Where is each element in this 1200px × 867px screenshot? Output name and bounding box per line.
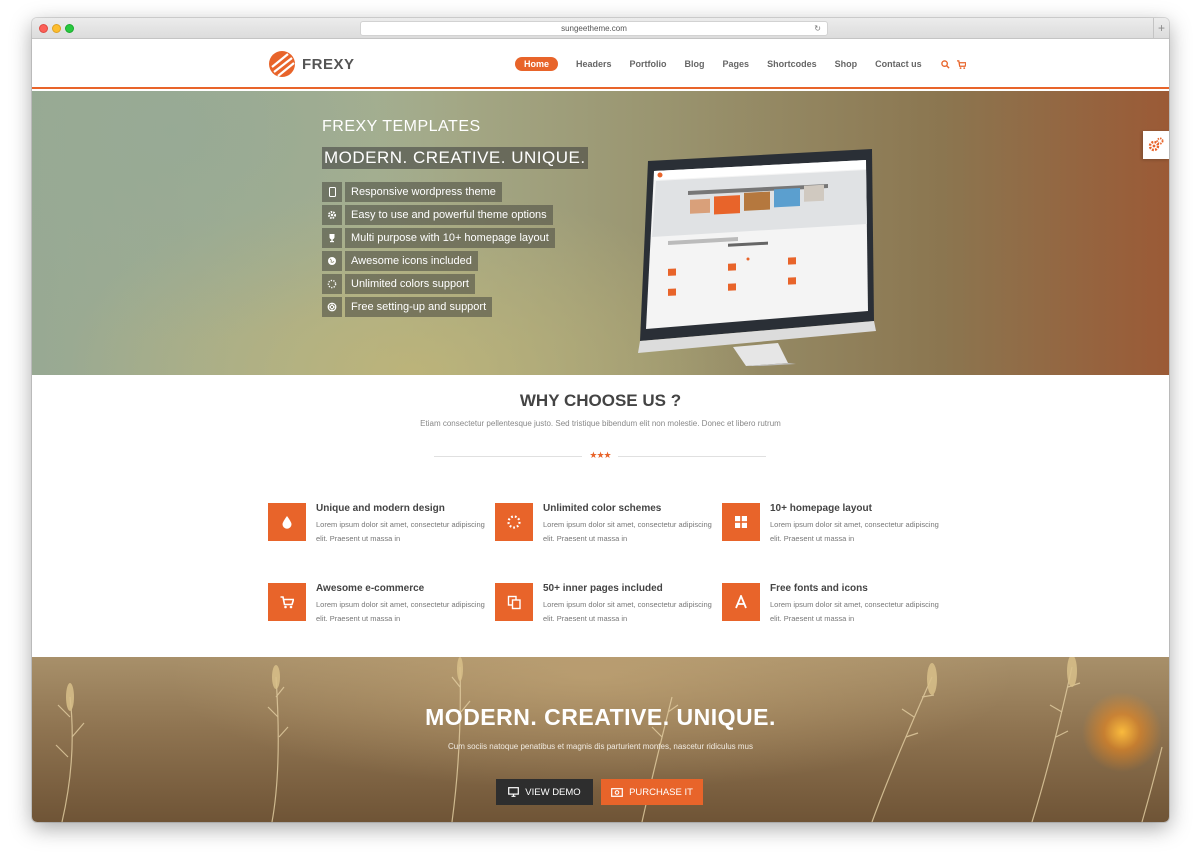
- section-title: WHY CHOOSE US ?: [519, 391, 682, 410]
- feature-card: 50+ inner pages included Lorem ipsum dol…: [495, 583, 715, 627]
- hero-feature-label: Free setting-up and support: [345, 297, 493, 317]
- nav-item-shortcodes[interactable]: Shortcodes: [767, 57, 817, 71]
- main-nav: Home Headers Portfolio Blog Pages Shortc…: [515, 57, 972, 71]
- new-tab-button[interactable]: +: [1153, 18, 1169, 39]
- logo-text: FREXY: [302, 55, 355, 73]
- spinner-icon: [322, 274, 342, 294]
- feature-card-title: Unique and modern design: [316, 503, 445, 514]
- purchase-button[interactable]: PURCHASE IT: [601, 779, 703, 805]
- frexy-logo-icon: [269, 51, 295, 77]
- gear-icon: [322, 205, 342, 225]
- feature-card-text: Lorem ipsum dolor sit amet, consectetur …: [543, 520, 712, 543]
- globe-icon: [322, 251, 342, 271]
- features-grid: Unique and modern design Lorem ipsum dol…: [268, 503, 948, 643]
- browser-toolbar: sungeetheme.com ↻ +: [32, 18, 1169, 39]
- zoom-window-button[interactable]: [65, 24, 74, 33]
- font-icon: [722, 583, 760, 621]
- nav-item-blog[interactable]: Blog: [685, 57, 705, 71]
- banner-title: MODERN. CREATIVE. UNIQUE.: [425, 704, 776, 730]
- browser-window: sungeetheme.com ↻ + FREXY Home Headers P…: [32, 18, 1169, 822]
- minimize-window-button[interactable]: [52, 24, 61, 33]
- nav-item-shop[interactable]: Shop: [835, 57, 858, 71]
- spinner-icon: [495, 503, 533, 541]
- address-bar[interactable]: sungeetheme.com ↻: [360, 21, 828, 36]
- feature-card-text: Lorem ipsum dolor sit amet, consectetur …: [316, 600, 485, 623]
- feature-card: Free fonts and icons Lorem ipsum dolor s…: [722, 583, 942, 627]
- hero-feature-list: Responsive wordpress theme Easy to use a…: [322, 182, 555, 320]
- monitor-mockup-image: [638, 149, 876, 366]
- hero-feature-item: Multi purpose with 10+ homepage layout: [322, 228, 555, 248]
- trophy-icon: [322, 228, 342, 248]
- feature-card: Unlimited color schemes Lorem ipsum dolo…: [495, 503, 715, 547]
- hero-title: FREXY TEMPLATES: [322, 118, 481, 135]
- cta-banner: MODERN. CREATIVE. UNIQUE. Cum sociis nat…: [32, 657, 1169, 822]
- nav-item-portfolio[interactable]: Portfolio: [630, 57, 667, 71]
- reload-icon[interactable]: ↻: [814, 22, 821, 35]
- grid-icon: [722, 503, 760, 541]
- hero-feature-label: Unlimited colors support: [345, 274, 475, 294]
- view-demo-button[interactable]: VIEW DEMO: [496, 779, 593, 805]
- money-icon: [611, 787, 623, 797]
- cart-icon: [268, 583, 306, 621]
- hero-feature-label: Responsive wordpress theme: [345, 182, 502, 202]
- feature-card: Awesome e-commerce Lorem ipsum dolor sit…: [268, 583, 488, 627]
- hero-tagline: MODERN. CREATIVE. UNIQUE.: [322, 147, 588, 169]
- monitor-icon: [508, 787, 520, 797]
- feature-card-text: Lorem ipsum dolor sit amet, consectetur …: [543, 600, 712, 623]
- feature-card: 10+ homepage layout Lorem ipsum dolor si…: [722, 503, 942, 547]
- view-demo-label: VIEW DEMO: [525, 786, 581, 798]
- settings-panel-toggle[interactable]: [1143, 131, 1169, 159]
- gears-icon: [1148, 137, 1164, 152]
- hero-feature-item: Easy to use and powerful theme options: [322, 205, 555, 225]
- section-subtitle: Etiam consectetur pellentesque justo. Se…: [420, 419, 781, 428]
- support-icon: [322, 297, 342, 317]
- feature-card-text: Lorem ipsum dolor sit amet, consectetur …: [316, 520, 485, 543]
- hero-feature-item: Awesome icons included: [322, 251, 555, 271]
- site-logo[interactable]: FREXY: [268, 50, 355, 78]
- hero-feature-item: Unlimited colors support: [322, 274, 555, 294]
- hero-slider: FREXY TEMPLATES MODERN. CREATIVE. UNIQUE…: [32, 91, 1169, 375]
- hero-feature-label: Easy to use and powerful theme options: [345, 205, 553, 225]
- feature-card-text: Lorem ipsum dolor sit amet, consectetur …: [770, 600, 939, 623]
- hero-feature-item: Responsive wordpress theme: [322, 182, 555, 202]
- nav-item-home[interactable]: Home: [515, 57, 559, 71]
- feature-card-title: 50+ inner pages included: [543, 583, 663, 594]
- feature-card: Unique and modern design Lorem ipsum dol…: [268, 503, 488, 547]
- stars-divider-icon: ★★★: [589, 450, 611, 460]
- cart-icon[interactable]: [956, 57, 968, 71]
- address-bar-url: sungeetheme.com: [561, 24, 627, 33]
- feature-card-title: Free fonts and icons: [770, 583, 868, 594]
- close-window-button[interactable]: [39, 24, 48, 33]
- purchase-label: PURCHASE IT: [629, 786, 693, 798]
- divider-line: [434, 456, 582, 457]
- copy-icon: [495, 583, 533, 621]
- drop-icon: [268, 503, 306, 541]
- feature-card-title: Unlimited color schemes: [543, 503, 662, 514]
- nav-item-pages[interactable]: Pages: [723, 57, 750, 71]
- tablet-icon: [322, 182, 342, 202]
- feature-card-title: Awesome e-commerce: [316, 583, 425, 594]
- search-icon[interactable]: [940, 57, 952, 71]
- site-header: FREXY Home Headers Portfolio Blog Pages …: [32, 39, 1169, 89]
- banner-subtitle: Cum sociis natoque penatibus et magnis d…: [447, 742, 754, 751]
- hero-feature-label: Awesome icons included: [345, 251, 478, 271]
- hero-feature-label: Multi purpose with 10+ homepage layout: [345, 228, 555, 248]
- nav-item-contact-us[interactable]: Contact us: [875, 57, 922, 71]
- feature-card-text: Lorem ipsum dolor sit amet, consectetur …: [770, 520, 939, 543]
- nav-item-headers[interactable]: Headers: [576, 57, 612, 71]
- divider-line: [618, 456, 766, 457]
- hero-feature-item: Free setting-up and support: [322, 297, 555, 317]
- feature-card-title: 10+ homepage layout: [770, 503, 872, 514]
